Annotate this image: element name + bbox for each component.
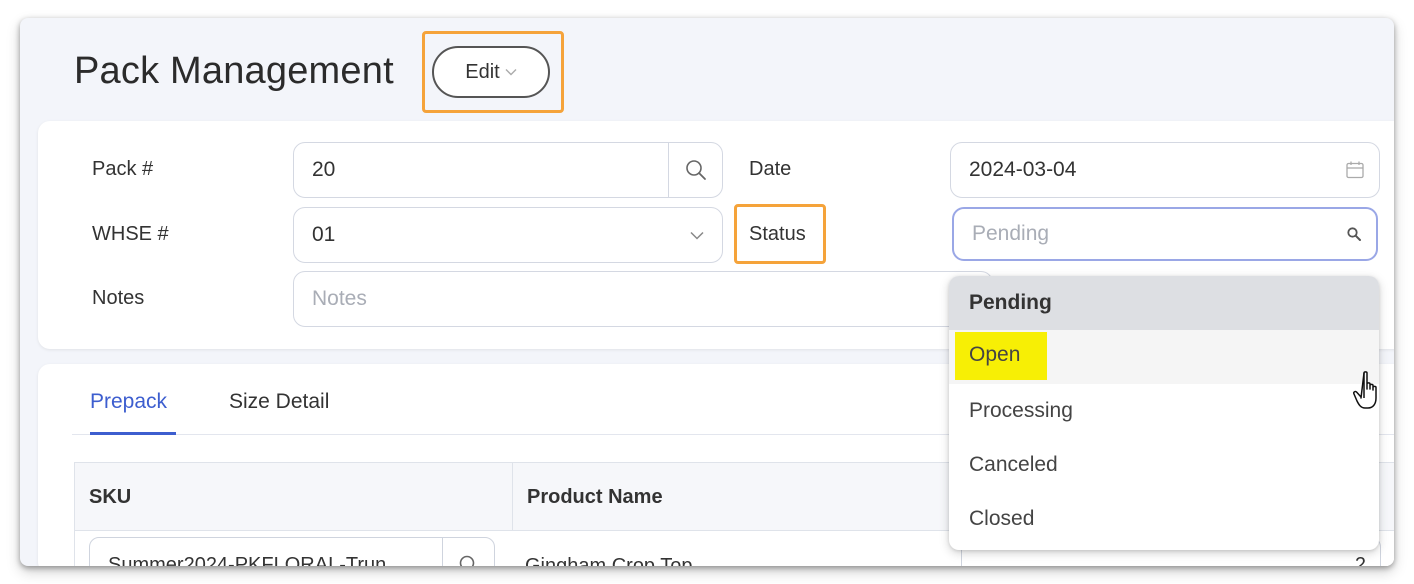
sku-search-button[interactable] (442, 538, 494, 566)
hand-pointer-icon (1353, 371, 1377, 409)
active-tab-indicator (90, 432, 176, 435)
tab-size-detail[interactable]: Size Detail (229, 390, 329, 414)
chevron-down-icon (690, 231, 704, 240)
date-field[interactable]: 2024-03-04 (950, 142, 1380, 198)
chevron-down-icon (505, 69, 517, 76)
status-placeholder: Pending (972, 222, 1050, 245)
column-header-product-name[interactable]: Product Name (527, 463, 663, 531)
search-icon (1347, 227, 1361, 241)
calendar-icon (1346, 161, 1364, 179)
status-option-closed[interactable]: Closed (949, 492, 1379, 546)
quantity-value: 2 (1354, 554, 1366, 566)
page-title: Pack Management (74, 50, 394, 92)
notes-placeholder: Notes (312, 287, 367, 310)
status-option-pending[interactable]: Pending (949, 276, 1379, 330)
whse-value: 01 (312, 223, 336, 246)
pack-number-label: Pack # (92, 158, 154, 180)
edit-button-label: Edit (465, 60, 500, 83)
search-icon (685, 160, 706, 180)
status-select[interactable]: Pending (952, 207, 1378, 261)
status-dropdown-menu: Pending Processing Canceled Closed (949, 276, 1379, 550)
edit-button[interactable]: Edit (432, 46, 550, 98)
whse-select[interactable]: 01 (293, 207, 723, 263)
sku-input[interactable]: Summer2024-PKFLORAL-Trun (89, 537, 495, 566)
status-option-processing[interactable]: Processing (949, 384, 1379, 438)
status-search-toggle[interactable] (1346, 209, 1362, 259)
column-divider (512, 463, 513, 531)
status-label: Status (749, 223, 806, 245)
pack-number-field[interactable]: 20 (293, 142, 723, 198)
whse-label: WHSE # (92, 223, 169, 245)
pack-number-value: 20 (312, 158, 336, 181)
product-name-cell: Gingham Crop Top (525, 555, 693, 566)
whse-dropdown-toggle[interactable] (690, 208, 704, 262)
notes-label: Notes (92, 287, 145, 309)
search-icon (459, 555, 474, 566)
column-header-sku[interactable]: SKU (89, 463, 131, 531)
date-value: 2024-03-04 (969, 158, 1077, 181)
status-option-open-label: Open (969, 343, 1021, 366)
calendar-button[interactable] (1345, 143, 1365, 197)
status-option-canceled[interactable]: Canceled (949, 438, 1379, 492)
pack-search-button[interactable] (668, 143, 722, 197)
date-label: Date (749, 158, 792, 180)
notes-field[interactable]: Notes (293, 271, 993, 327)
sku-value: Summer2024-PKFLORAL-Trun (108, 554, 387, 566)
tab-prepack[interactable]: Prepack (90, 390, 167, 414)
